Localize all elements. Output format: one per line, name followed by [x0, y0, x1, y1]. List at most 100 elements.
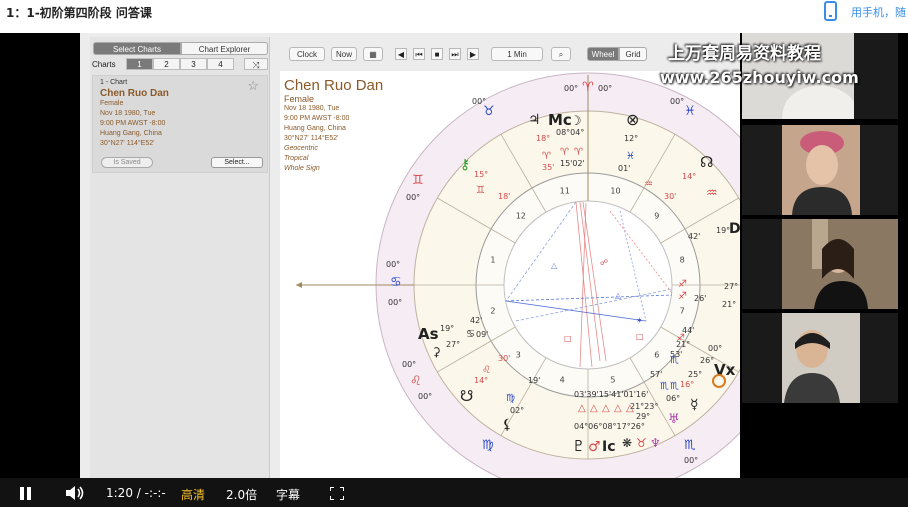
- svg-text:14°: 14°: [474, 376, 488, 385]
- pause-icon[interactable]: [20, 487, 32, 500]
- webcam-person-4: [742, 313, 898, 403]
- svg-text:♏: ♏: [660, 381, 669, 392]
- svg-text:♌: ♌: [482, 365, 491, 376]
- calendar-icon[interactable]: ▦: [363, 47, 383, 61]
- chart-tab-2[interactable]: 2: [153, 58, 180, 70]
- speed-button[interactable]: 2.0倍: [226, 486, 257, 503]
- select-button[interactable]: Select...: [211, 157, 263, 168]
- svg-text:00°: 00°: [406, 193, 420, 202]
- volume-icon[interactable]: [66, 486, 86, 500]
- step-forward-icon[interactable]: ▶: [467, 48, 479, 60]
- shuffle-icon[interactable]: ⤨: [244, 58, 268, 70]
- lilith-icon: ⚸: [502, 417, 512, 433]
- house-number: 11: [560, 186, 570, 195]
- chart-tab-4[interactable]: 4: [207, 58, 234, 70]
- chart-card-name: Chen Ruo Dan: [100, 88, 169, 99]
- chiron-icon: ⚷: [460, 157, 470, 173]
- house-number: 4: [560, 376, 565, 385]
- svg-text:00°: 00°: [708, 344, 722, 353]
- svg-text:04°06°08°17°26°: 04°06°08°17°26°: [574, 422, 645, 431]
- webcam-tile-2[interactable]: [742, 125, 898, 215]
- svg-text:△: △: [590, 403, 598, 414]
- svg-text:30': 30': [498, 354, 510, 363]
- wheel-view-tab[interactable]: Wheel: [587, 47, 619, 61]
- subtitles-button[interactable]: 字幕: [276, 486, 300, 503]
- search-icon[interactable]: ⌕: [551, 47, 571, 61]
- skip-forward-icon[interactable]: ⏭: [449, 48, 461, 60]
- svg-text:19°: 19°: [440, 324, 454, 333]
- svg-text:21°: 21°: [722, 300, 736, 309]
- taurus-icon: ♉: [483, 104, 495, 119]
- sun-icon: ♉: [636, 436, 647, 450]
- house-number: 12: [516, 212, 526, 221]
- chart-canvas: Chen Ruo Dan Female Nov 18 1980, Tue 9:0…: [280, 71, 740, 478]
- phone-watch-link[interactable]: 用手机，随: [851, 4, 906, 20]
- moon-icon: ☽: [570, 114, 582, 129]
- skip-back-icon[interactable]: ⏮: [413, 48, 425, 60]
- virgo-icon: ♍: [482, 438, 494, 453]
- select-charts-tab[interactable]: Select Charts: [93, 42, 181, 55]
- svg-text:♈: ♈: [560, 147, 569, 158]
- svg-text:30': 30': [664, 192, 676, 201]
- house-number: 1: [490, 256, 495, 265]
- leo-icon: ♌: [410, 374, 422, 389]
- svg-text:♈: ♈: [542, 151, 551, 162]
- aquarius-icon: ♒: [706, 186, 718, 201]
- svg-text:♐: ♐: [678, 279, 687, 290]
- scorpio-icon: ♏: [684, 438, 696, 453]
- svg-text:08°04°: 08°04°: [556, 128, 584, 137]
- fullscreen-icon[interactable]: [330, 487, 344, 500]
- stop-icon[interactable]: ■: [431, 48, 443, 60]
- natal-wheel[interactable]: 1234 56789101112 △ △ ☍ □ □ ✶ ♈ ♉ ♓ ♊ ♋ ♌…: [280, 71, 740, 478]
- descendant-label: D: [729, 221, 740, 237]
- svg-text:00°: 00°: [598, 84, 612, 93]
- svg-text:♏: ♏: [670, 381, 679, 392]
- astro-app-screen: Select Charts Chart Explorer Charts 1 2 …: [80, 33, 740, 478]
- uranus-icon: ♅: [668, 412, 680, 427]
- quality-button[interactable]: 高清: [181, 486, 205, 503]
- svg-text:00°: 00°: [388, 298, 402, 307]
- svg-text:14°: 14°: [682, 172, 696, 181]
- svg-text:16°: 16°: [680, 380, 694, 389]
- svg-text:57': 57': [650, 370, 662, 379]
- chiron-asc-icon: ⚳: [432, 345, 441, 359]
- now-button[interactable]: Now: [331, 47, 357, 61]
- chart-card[interactable]: 1 - Chart Chen Ruo Dan Female Nov 18 198…: [92, 75, 268, 173]
- svg-text:42': 42': [470, 316, 482, 325]
- north-node-icon: ☊: [700, 153, 713, 171]
- house-number: 3: [516, 350, 521, 359]
- house-number: 2: [490, 306, 495, 315]
- svg-text:06°: 06°: [666, 394, 680, 403]
- grid-view-tab[interactable]: Grid: [619, 47, 647, 61]
- svg-text:✶: ✶: [636, 316, 643, 325]
- svg-text:29°: 29°: [636, 412, 650, 421]
- charts-label: Charts: [92, 60, 116, 69]
- svg-text:18°: 18°: [536, 134, 550, 143]
- svg-text:♐: ♐: [678, 291, 687, 302]
- watermark-line-1: 上万套周易资料教程: [668, 44, 821, 64]
- chart-tab-3[interactable]: 3: [180, 58, 207, 70]
- webcam-tile-3[interactable]: [742, 219, 898, 309]
- ic-label: Ic: [602, 439, 616, 455]
- video-player[interactable]: Select Charts Chart Explorer Charts 1 2 …: [0, 33, 908, 507]
- chart-explorer-tab[interactable]: Chart Explorer: [181, 42, 268, 55]
- phone-icon[interactable]: [824, 1, 837, 21]
- svg-text:♋: ♋: [466, 329, 475, 340]
- chart-card-place: Huang Gang, China: [100, 130, 162, 137]
- interval-field[interactable]: 1 Min: [491, 47, 543, 61]
- watermark-line-2: www.265zhouyiw.com: [660, 68, 859, 87]
- svg-text:35': 35': [542, 163, 554, 172]
- webcam-tile-4[interactable]: [742, 313, 898, 403]
- step-back-icon[interactable]: ◀: [395, 48, 407, 60]
- chart-card-coords: 30°N27' 114°E52': [100, 140, 155, 147]
- webcam-person-2: [742, 125, 898, 215]
- svg-text:□: □: [564, 334, 572, 343]
- ceres-icon: ❋: [622, 436, 632, 450]
- jupiter-icon: ♃: [528, 112, 541, 128]
- webcam-person-3: [742, 219, 898, 309]
- pisces-icon: ♓: [684, 104, 696, 119]
- svg-text:00°: 00°: [418, 392, 432, 401]
- chart-tab-1[interactable]: 1: [126, 58, 153, 70]
- favorite-star-icon[interactable]: ☆: [247, 78, 259, 94]
- clock-button[interactable]: Clock: [289, 47, 325, 61]
